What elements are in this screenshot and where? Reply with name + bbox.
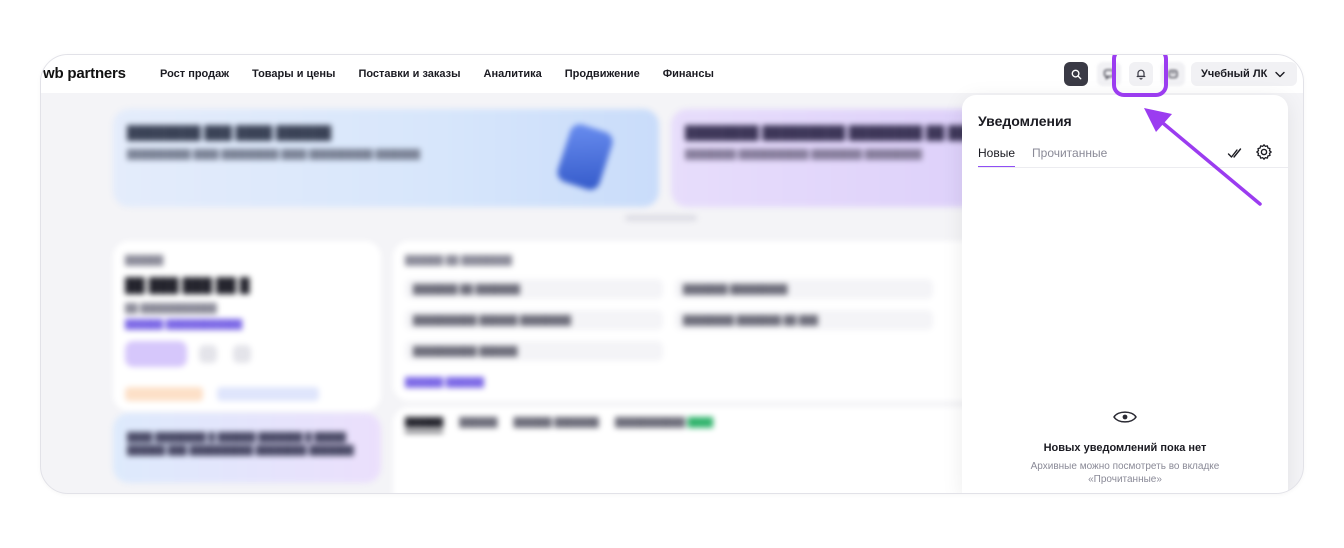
nav-item-goods-prices[interactable]: Товары и цены [252, 68, 335, 80]
search-icon [1071, 69, 1081, 79]
empty-state-subtitle: Архивные можно посмотреть во вкладке «Пр… [1030, 461, 1220, 485]
tasks-card: ██████ ██ ████████ ███████ ██ ███████ ██… [393, 241, 1013, 401]
account-label: Учебный ЛК [1201, 68, 1268, 80]
nav-item-analytics[interactable]: Аналитика [484, 68, 542, 80]
tab-read[interactable]: Прочитанные [1032, 146, 1107, 168]
nav-item-promotion[interactable]: Продвижение [565, 68, 640, 80]
eye-icon [1113, 411, 1137, 423]
account-switcher[interactable]: Учебный ЛК [1191, 62, 1298, 86]
panel-title: Уведомления [978, 113, 1072, 129]
withdraw-button[interactable] [125, 341, 187, 367]
notifications-tabs: Новые Прочитанные [978, 146, 1107, 168]
analytics-tabs-card: ██████ ██████ ██████ ███████ ███████████… [393, 407, 1013, 493]
wb-partners-logo[interactable]: wb partners [43, 65, 126, 82]
promo-banner-widgets: ████████ ███ ████ ██████ ██████████ ████… [113, 109, 659, 207]
main-navigation: Рост продаж Товары и цены Поставки и зак… [160, 55, 714, 93]
tab-new[interactable]: Новые [978, 146, 1016, 168]
empty-state-title: Новых уведомлений пока нет [1043, 442, 1207, 454]
carousel-dots [625, 215, 697, 221]
balance-card: ██████ ██ ███ ███ ██ █ ██ ████████████ █… [113, 241, 381, 411]
bell-highlight-frame [1112, 55, 1168, 97]
nav-item-supplies-orders[interactable]: Поставки и заказы [358, 68, 460, 80]
banner-illustration [554, 121, 616, 193]
promo-card: ████ ████████ █ ██████ ███████ █ █████ █… [113, 413, 381, 483]
arrow-pointer-icon [1144, 108, 1262, 206]
search-button[interactable] [1064, 62, 1088, 86]
message-icon [1168, 69, 1178, 79]
nav-item-sales-growth[interactable]: Рост продаж [160, 68, 229, 80]
browser-frame: wb partners Рост продаж Товары и цены По… [40, 54, 1304, 494]
chevron-down-icon [1275, 71, 1285, 77]
promo-banner-campaigns: ████████ █████████ ████████ ██ ████ ████… [671, 109, 991, 207]
nav-item-finance[interactable]: Финансы [663, 68, 714, 80]
